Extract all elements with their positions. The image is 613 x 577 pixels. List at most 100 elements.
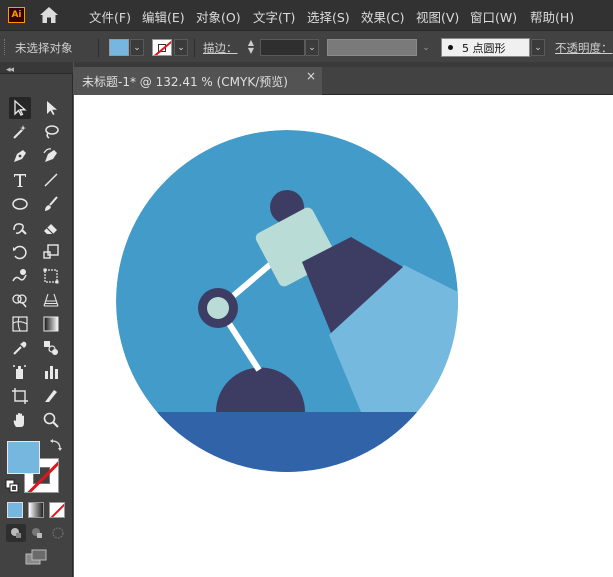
symbol-sprayer-icon [13, 365, 26, 379]
paintbrush-icon [45, 196, 58, 211]
brush-definition-dropdown[interactable]: ⌄ [531, 39, 545, 56]
screen-mode-icon[interactable] [24, 548, 48, 566]
artboard-icon [12, 388, 28, 404]
menu-object[interactable]: 对象(O) [196, 7, 241, 26]
stroke-weight-label[interactable]: 描边： [203, 40, 238, 56]
perspective-grid-tool[interactable] [40, 289, 62, 311]
menu-type[interactable]: 文字(T) [253, 7, 295, 26]
lasso-icon [45, 125, 59, 139]
curvature-tool[interactable] [40, 145, 62, 167]
divider [98, 39, 99, 57]
control-bar-grip[interactable] [4, 39, 6, 55]
shape-builder-tool[interactable] [9, 289, 31, 311]
eyedropper-icon [13, 341, 27, 355]
free-transform-icon [43, 268, 59, 284]
color-mode-button[interactable] [7, 502, 23, 518]
draw-normal-icon [11, 528, 21, 538]
none-mode-button[interactable] [49, 502, 65, 518]
lamp-joint-inner[interactable] [207, 297, 229, 319]
rotate-tool[interactable] [9, 241, 31, 263]
document-tab[interactable]: 未标题-1* @ 132.41 % (CMYK/预览) [74, 67, 322, 95]
profile-dropdown-arrow[interactable]: ⌄ [419, 39, 433, 56]
magic-wand-tool[interactable] [9, 121, 31, 143]
magic-wand-icon [13, 125, 26, 139]
column-graph-icon [45, 366, 58, 379]
zoom-magnifier-icon [43, 412, 59, 428]
menu-file[interactable]: 文件(F) [89, 7, 131, 26]
lamp-illustration[interactable] [74, 95, 613, 577]
home-icon[interactable] [39, 6, 59, 24]
artboard-canvas[interactable] [74, 95, 613, 577]
blend-icon [44, 341, 58, 355]
warp-icon [12, 269, 27, 282]
fill-color-box[interactable] [7, 441, 40, 474]
selection-status: 未选择对象 [15, 41, 73, 55]
type-tool[interactable] [9, 169, 31, 191]
fill-color-swatch[interactable] [109, 39, 129, 56]
divider [194, 39, 195, 57]
slice-tool[interactable] [40, 385, 62, 407]
draw-inside-button[interactable] [48, 524, 68, 542]
symbol-sprayer-tool[interactable] [9, 361, 31, 383]
stroke-weight-input[interactable] [260, 39, 305, 56]
stroke-color-swatch[interactable] [152, 39, 172, 56]
hand-tool[interactable] [9, 409, 31, 431]
tools-panel: ◂◂ [0, 62, 73, 577]
document-tab-title: 未标题-1* @ 132.41 % (CMYK/预览) [82, 74, 288, 89]
direct-selection-tool[interactable] [40, 97, 62, 119]
stroke-weight-spinner[interactable]: ▲ ▼ [244, 39, 258, 56]
eyedropper-tool[interactable] [9, 337, 31, 359]
app-logo: Ai [8, 7, 25, 23]
document-tab-bar: 未标题-1* @ 132.41 % (CMYK/预览) × [74, 62, 613, 95]
draw-behind-button[interactable] [27, 524, 47, 542]
mesh-tool[interactable] [9, 313, 31, 335]
warp-tool[interactable] [9, 265, 31, 287]
fill-dropdown-arrow[interactable]: ⌄ [130, 39, 144, 56]
artboard-tool[interactable] [9, 385, 31, 407]
menu-help[interactable]: 帮助(H) [530, 7, 574, 26]
line-segment-icon [44, 173, 58, 187]
menu-view[interactable]: 视图(V) [416, 7, 459, 26]
column-graph-tool[interactable] [40, 361, 62, 383]
lasso-tool[interactable] [40, 121, 62, 143]
scale-icon [43, 244, 59, 259]
default-fill-stroke-icon[interactable] [5, 479, 19, 493]
blend-tool[interactable] [40, 337, 62, 359]
close-tab-button[interactable]: × [306, 69, 316, 83]
eraser-icon [44, 224, 57, 235]
line-segment-tool[interactable] [40, 169, 62, 191]
paintbrush-tool[interactable] [40, 193, 62, 215]
gradient-icon [43, 316, 59, 332]
ellipse-tool[interactable] [9, 193, 31, 215]
opacity-label[interactable]: 不透明度： [555, 40, 613, 56]
swap-fill-stroke-icon[interactable] [49, 438, 63, 452]
gradient-mode-button[interactable] [28, 502, 44, 518]
menu-select[interactable]: 选择(S) [307, 7, 350, 26]
shaper-icon [13, 223, 27, 235]
none-slash-icon [50, 503, 64, 517]
shaper-tool[interactable] [9, 217, 31, 239]
slice-knife-icon [45, 390, 57, 402]
shape-builder-icon [12, 294, 27, 308]
draw-normal-button[interactable] [6, 524, 26, 542]
stroke-weight-dropdown[interactable]: ⌄ [305, 39, 319, 56]
zoom-tool[interactable] [40, 409, 62, 431]
menu-bar: Ai 文件(F) 编辑(E) 对象(O) 文字(T) 选择(S) 效果(C) 视… [0, 0, 613, 30]
pen-tool[interactable] [9, 145, 31, 167]
gradient-tool[interactable] [40, 313, 62, 335]
type-t-icon [14, 174, 26, 187]
brush-definition-field[interactable]: 5 点圆形 [441, 38, 530, 57]
menu-effect[interactable]: 效果(C) [361, 7, 404, 26]
free-transform-tool[interactable] [40, 265, 62, 287]
variable-width-profile[interactable] [327, 39, 417, 56]
eraser-tool[interactable] [40, 217, 62, 239]
selection-tool[interactable] [9, 97, 31, 119]
direct-selection-arrow-icon [47, 101, 57, 115]
stroke-dropdown-arrow[interactable]: ⌄ [174, 39, 188, 56]
hand-icon [13, 413, 24, 427]
scale-tool[interactable] [40, 241, 62, 263]
menu-window[interactable]: 窗口(W) [470, 7, 517, 26]
collapse-icon[interactable]: ◂◂ [6, 65, 14, 75]
menu-edit[interactable]: 编辑(E) [142, 7, 185, 26]
ground-band[interactable] [114, 412, 514, 492]
